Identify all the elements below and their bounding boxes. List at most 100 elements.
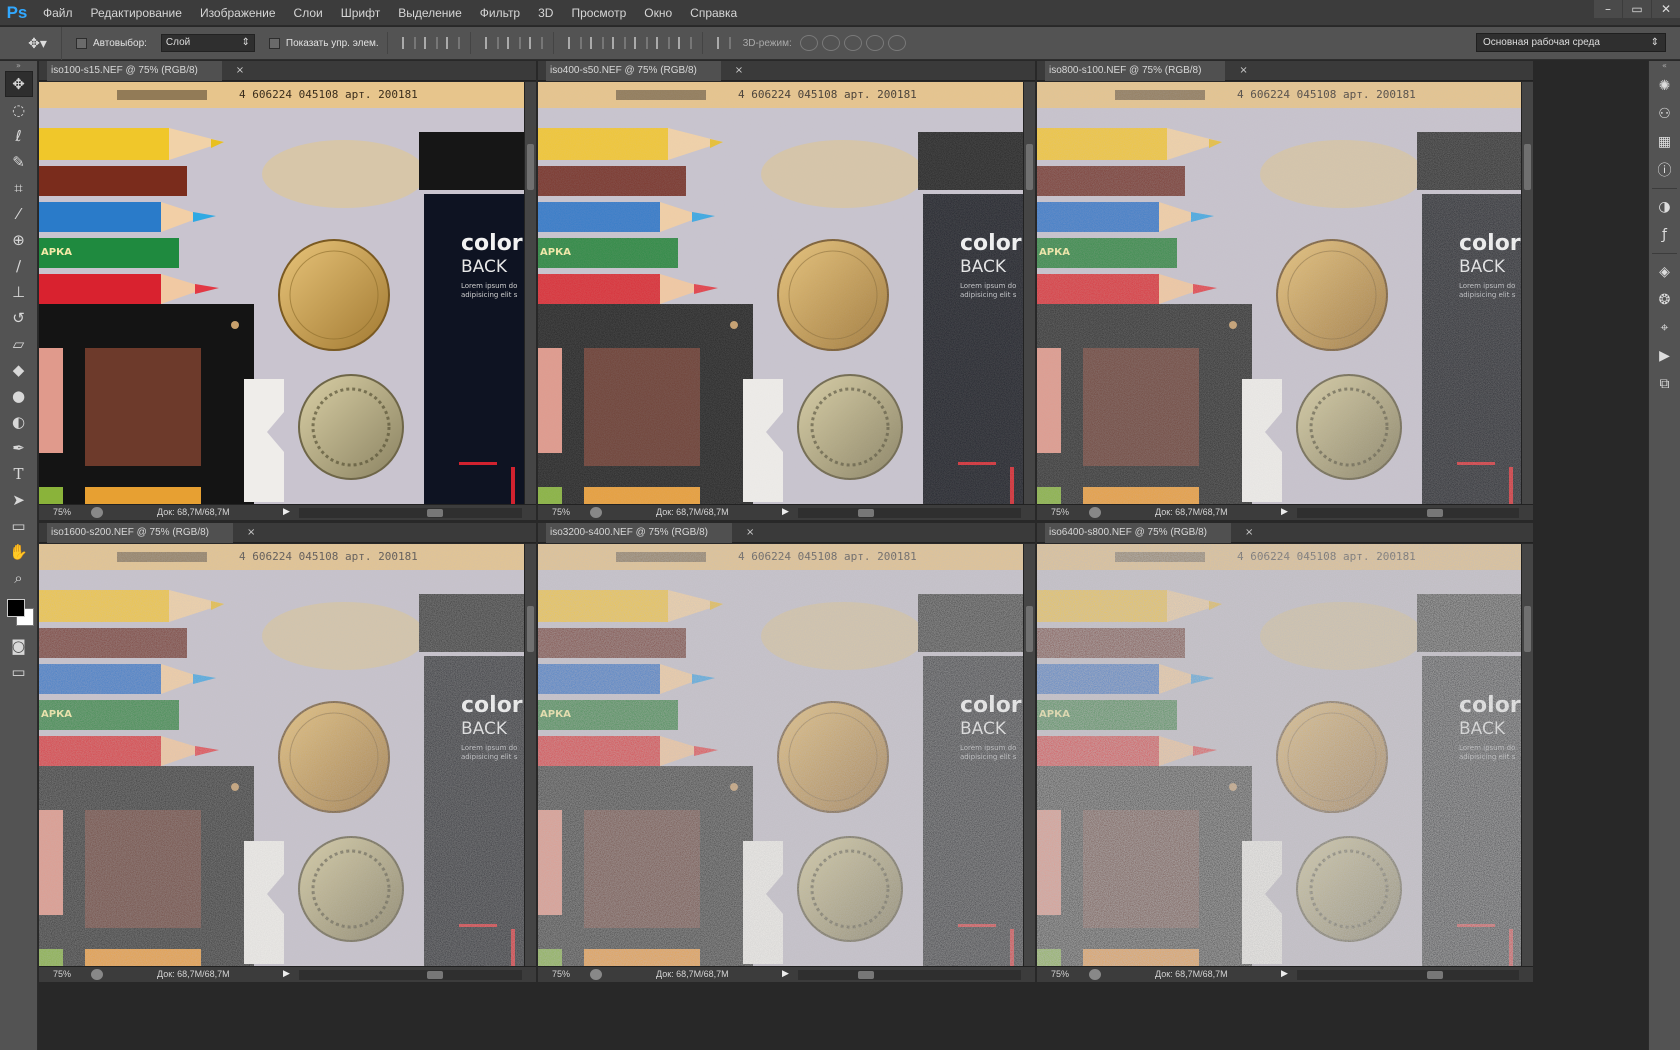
screen-mode-icon[interactable]: ▭ (5, 659, 33, 685)
document-tab[interactable]: iso1600-s200.NEF @ 75% (RGB/8) × (39, 523, 536, 543)
document-window[interactable]: iso400-s50.NEF @ 75% (RGB/8) × 4 606224 … (538, 61, 1035, 521)
menu-item[interactable]: Шрифт (332, 0, 389, 26)
document-canvas[interactable]: 4 606224 045108 арт. 200181 АРКА color B… (39, 544, 524, 966)
document-canvas[interactable]: 4 606224 045108 арт. 200181 АРКА color B… (538, 82, 1023, 504)
minimize-button[interactable]: – (1594, 0, 1622, 18)
horizontal-scrollbar[interactable] (798, 508, 1021, 518)
status-info-icon[interactable] (1089, 969, 1101, 980)
scrollbar-thumb[interactable] (427, 971, 443, 979)
horizontal-scrollbar[interactable] (1297, 970, 1519, 980)
menu-item[interactable]: Слои (285, 0, 332, 26)
clone-source-icon[interactable]: ⚇ (1652, 101, 1678, 127)
align-hcenter-icon[interactable] (504, 35, 521, 51)
scrollbar-thumb[interactable] (1524, 144, 1531, 190)
document-tab[interactable]: iso3200-s400.NEF @ 75% (RGB/8) × (538, 523, 1035, 543)
lasso-icon[interactable]: ℓ (5, 123, 33, 149)
brush-icon[interactable]: ∕ (5, 253, 33, 279)
roll-3d-icon[interactable] (821, 35, 840, 51)
eraser-icon[interactable]: ▱ (5, 331, 33, 357)
document-tab[interactable]: iso100-s15.NEF @ 75% (RGB/8) × (39, 61, 536, 81)
close-tab-icon[interactable]: × (746, 523, 754, 543)
status-info-icon[interactable] (91, 969, 103, 980)
align-top-icon[interactable] (399, 35, 416, 51)
zoom-level[interactable]: 75% (552, 969, 570, 979)
distribute-top-icon[interactable] (565, 35, 582, 51)
align-right-icon[interactable] (526, 35, 543, 51)
info-icon[interactable]: ⓘ (1652, 157, 1678, 183)
move-tool-preset-icon[interactable]: ✥▾ (14, 26, 62, 60)
close-button[interactable]: ✕ (1652, 0, 1680, 18)
close-tab-icon[interactable]: × (1239, 61, 1247, 81)
menu-item[interactable]: Редактирование (82, 0, 191, 26)
align-bottom-icon[interactable] (443, 35, 460, 51)
scrollbar-thumb[interactable] (527, 606, 534, 652)
move-icon[interactable]: ✥ (4, 71, 33, 97)
marquee-icon[interactable]: ◌ (5, 97, 33, 123)
align-vcenter-icon[interactable] (421, 35, 438, 51)
distribute-hcenter-icon[interactable] (653, 35, 670, 51)
stamp-icon[interactable]: ⊥ (5, 279, 33, 305)
menu-item[interactable]: 3D (529, 0, 562, 26)
menu-item[interactable]: Выделение (389, 0, 471, 26)
document-canvas[interactable]: 4 606224 045108 арт. 200181 АРКА color B… (1037, 82, 1521, 504)
distribute-right-icon[interactable] (675, 35, 692, 51)
document-canvas[interactable]: 4 606224 045108 арт. 200181 АРКА color B… (1037, 544, 1521, 966)
status-info-icon[interactable] (590, 507, 602, 518)
path-select-icon[interactable]: ➤ (5, 487, 33, 513)
eyedropper-icon[interactable]: ⁄ (5, 201, 33, 227)
vertical-scrollbar[interactable] (1521, 82, 1533, 504)
healing-icon[interactable]: ⊕ (5, 227, 33, 253)
orbit-3d-icon[interactable] (799, 35, 818, 51)
status-menu-arrow-icon[interactable]: ▶ (782, 506, 789, 517)
status-menu-arrow-icon[interactable]: ▶ (1281, 506, 1288, 517)
scrollbar-thumb[interactable] (1427, 509, 1443, 517)
crop-icon[interactable]: ⌗ (5, 175, 33, 201)
zoom-level[interactable]: 75% (53, 969, 71, 979)
scrollbar-thumb[interactable] (427, 509, 443, 517)
restore-button[interactable]: ▭ (1623, 0, 1651, 18)
vertical-scrollbar[interactable] (524, 82, 536, 504)
menu-item[interactable]: Файл (34, 0, 82, 26)
vertical-scrollbar[interactable] (1521, 544, 1533, 966)
autoselect-checkbox[interactable] (76, 37, 87, 49)
distribute-bottom-icon[interactable] (609, 35, 626, 51)
zoom-level[interactable]: 75% (552, 507, 570, 517)
autoselect-dropdown[interactable]: Слой ⇕ (160, 34, 255, 52)
scrollbar-thumb[interactable] (858, 971, 874, 979)
scrollbar-thumb[interactable] (1427, 971, 1443, 979)
document-canvas[interactable]: 4 606224 045108 арт. 200181 АРКА color B… (39, 82, 524, 504)
align-left-icon[interactable] (482, 35, 499, 51)
document-window[interactable]: iso1600-s200.NEF @ 75% (RGB/8) × 4 60622… (39, 523, 536, 983)
document-tab[interactable]: iso800-s100.NEF @ 75% (RGB/8) × (1037, 61, 1533, 81)
status-info-icon[interactable] (590, 969, 602, 980)
menu-item[interactable]: Фильтр (471, 0, 529, 26)
scale-3d-icon[interactable] (887, 35, 906, 51)
blur-icon[interactable]: ● (5, 383, 33, 409)
foreground-color-swatch[interactable] (6, 599, 25, 617)
document-window[interactable]: iso800-s100.NEF @ 75% (RGB/8) × 4 606224… (1037, 61, 1533, 521)
channels-icon[interactable]: ❂ (1652, 287, 1678, 313)
menu-item[interactable]: Окно (635, 0, 681, 26)
history-icon[interactable]: ⧉ (1652, 371, 1678, 397)
paint-bucket-icon[interactable]: ◆ (5, 357, 33, 383)
document-window[interactable]: iso100-s15.NEF @ 75% (RGB/8) × 4 606224 … (39, 61, 536, 521)
document-tab[interactable]: iso6400-s800.NEF @ 75% (RGB/8) × (1037, 523, 1533, 543)
document-canvas[interactable]: 4 606224 045108 арт. 200181 АРКА color B… (538, 544, 1023, 966)
scrollbar-thumb[interactable] (527, 144, 534, 190)
panel-grip-icon[interactable]: » (0, 61, 37, 71)
zoom-level[interactable]: 75% (1051, 507, 1069, 517)
vertical-scrollbar[interactable] (524, 544, 536, 966)
menu-item[interactable]: Справка (681, 0, 746, 26)
grid-icon[interactable]: ▦ (1652, 129, 1678, 155)
dodge-icon[interactable]: ◐ (5, 409, 33, 435)
show-controls-checkbox[interactable] (268, 37, 280, 49)
vertical-scrollbar[interactable] (1023, 82, 1035, 504)
quick-mask-icon[interactable]: ◙ (5, 633, 33, 659)
distribute-left-icon[interactable] (631, 35, 648, 51)
actions-icon[interactable]: ▶ (1652, 343, 1678, 369)
status-info-icon[interactable] (91, 507, 103, 518)
quick-select-icon[interactable]: ✎ (5, 149, 33, 175)
auto-align-icon[interactable] (714, 35, 731, 51)
hand-icon[interactable]: ✋ (5, 539, 33, 565)
document-window[interactable]: iso6400-s800.NEF @ 75% (RGB/8) × 4 60622… (1037, 523, 1533, 983)
